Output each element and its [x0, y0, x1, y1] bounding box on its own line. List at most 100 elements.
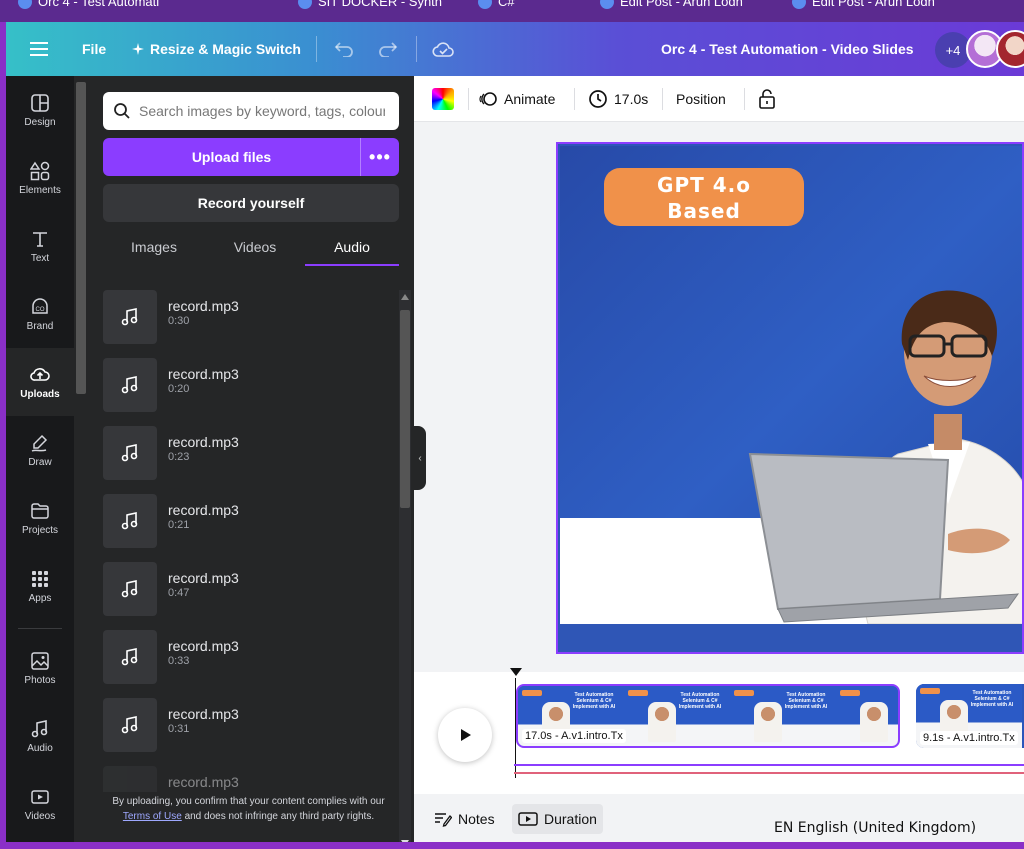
notes-icon: [435, 813, 452, 827]
timeline: Test Automation Selenium & C# Implement …: [414, 668, 1024, 794]
tab-audio[interactable]: Audio: [305, 228, 399, 266]
list-item[interactable]: record.mp3 0:47: [103, 562, 383, 616]
music-note-icon: [121, 512, 138, 530]
rail-label: Photos: [24, 674, 56, 686]
tab-videos[interactable]: Videos: [205, 228, 305, 266]
position-button[interactable]: Position: [676, 76, 726, 122]
browser-tab-strip: Orc 4 - Test Automati SIT DOCKER - Synth…: [0, 0, 1024, 22]
audio-thumbnail: [103, 290, 157, 344]
video-icon: [31, 789, 49, 804]
timeline-clip[interactable]: Test Automation Selenium & C# Implement …: [916, 684, 1024, 748]
list-item[interactable]: record.mp3 0:21: [103, 494, 383, 548]
rail-label: Text: [30, 252, 50, 264]
list-item[interactable]: record.mp3 0:30: [103, 290, 383, 344]
browser-tab[interactable]: SIT DOCKER - Synth: [298, 0, 442, 9]
audio-track-line[interactable]: [514, 772, 1024, 774]
notes-button[interactable]: Notes: [428, 804, 501, 834]
rail-item-apps[interactable]: Apps: [6, 552, 74, 620]
rail-label: Brand: [26, 320, 54, 332]
resize-magic-switch-button[interactable]: Resize & Magic Switch: [132, 22, 301, 76]
browser-tab[interactable]: C#: [478, 0, 515, 9]
timing-button[interactable]: 17.0s: [588, 76, 648, 122]
rail-item-elements[interactable]: Elements: [6, 144, 74, 212]
color-button[interactable]: [432, 76, 454, 122]
list-item[interactable]: record.mp3 0:20: [103, 358, 383, 412]
duration-label: 17.0s: [614, 91, 649, 107]
upload-files-button[interactable]: Upload files: [103, 138, 360, 176]
scroll-up-arrow-icon[interactable]: [401, 294, 409, 300]
audio-track-line[interactable]: [514, 764, 1024, 766]
list-item[interactable]: record.mp3 0:31: [103, 698, 383, 752]
rail-item-brand[interactable]: CO Brand: [6, 280, 74, 348]
audio-duration: 0:21: [168, 519, 190, 531]
list-item[interactable]: record.mp3 0:23: [103, 426, 383, 480]
chevron-left-icon: ‹: [418, 452, 422, 464]
document-title[interactable]: Orc 4 - Test Automation - Video Slides: [661, 22, 914, 76]
browser-tab[interactable]: Orc 4 - Test Automati: [18, 0, 159, 9]
gpt-badge[interactable]: GPT 4.o Based: [604, 168, 804, 226]
list-item[interactable]: record.mp3 0:33: [103, 630, 383, 684]
rail-label: Apps: [28, 592, 52, 604]
text-icon: [33, 231, 47, 247]
audio-name: record.mp3: [168, 298, 239, 314]
save-status-button[interactable]: [432, 22, 454, 76]
frame-text: Test Automation Selenium & C# Implement …: [678, 692, 722, 710]
context-toolbar: Animate 17.0s Position: [414, 76, 1024, 122]
rail-label: Projects: [21, 524, 59, 536]
menu-button[interactable]: [30, 22, 48, 76]
lock-button[interactable]: [758, 76, 776, 122]
video-icon: [518, 812, 538, 826]
language-indicator[interactable]: EN English (United Kingdom): [774, 820, 976, 836]
tab-favicon-icon: [298, 0, 312, 9]
slide-canvas[interactable]: GPT 4.o Based: [556, 142, 1024, 654]
scrollbar-thumb[interactable]: [400, 310, 410, 508]
rail-item-projects[interactable]: Projects: [6, 484, 74, 552]
panel-scrollbar[interactable]: [399, 290, 411, 842]
audio-duration: 0:33: [168, 655, 190, 667]
divider: [744, 88, 745, 110]
audio-thumbnail: [103, 494, 157, 548]
rail-item-draw[interactable]: Draw: [6, 416, 74, 484]
divider: [316, 36, 317, 62]
lock-icon: [759, 89, 775, 109]
scroll-down-arrow-icon[interactable]: [401, 840, 409, 842]
search-box[interactable]: [103, 92, 399, 130]
undo-icon: [334, 42, 353, 57]
terms-of-use-link[interactable]: Terms of Use: [123, 811, 182, 822]
music-note-icon: [121, 716, 138, 734]
animate-button[interactable]: Animate: [478, 76, 555, 122]
elements-icon: [30, 161, 50, 180]
rail-label: Elements: [19, 184, 61, 196]
duration-label: Duration: [544, 811, 597, 827]
uploads-panel: Upload files ••• Record yourself Images …: [74, 76, 414, 842]
rail-item-design[interactable]: Design: [6, 76, 74, 144]
rail-item-text[interactable]: Text: [6, 212, 74, 280]
browser-tab[interactable]: Edit Post - Arun Lodh: [792, 0, 935, 9]
rail-scrollbar[interactable]: [76, 82, 86, 394]
more-options-button[interactable]: •••: [361, 138, 399, 176]
rail-item-photos[interactable]: Photos: [6, 634, 74, 702]
playhead-icon[interactable]: [510, 668, 522, 676]
undo-button[interactable]: [334, 22, 354, 76]
duration-button[interactable]: Duration: [512, 804, 603, 834]
tab-images[interactable]: Images: [103, 228, 205, 266]
redo-button[interactable]: [378, 22, 398, 76]
search-icon: [114, 103, 130, 119]
record-yourself-button[interactable]: Record yourself: [103, 184, 399, 222]
file-menu[interactable]: File: [82, 22, 106, 76]
avatar[interactable]: [996, 30, 1024, 68]
timeline-clip-selected[interactable]: Test Automation Selenium & C# Implement …: [516, 684, 900, 748]
list-item[interactable]: record.mp3: [103, 766, 383, 792]
rail-item-videos[interactable]: Videos: [6, 770, 74, 838]
apps-grid-icon: [32, 570, 48, 587]
play-button[interactable]: [438, 708, 492, 762]
search-input[interactable]: [139, 103, 385, 119]
person-with-laptop-image[interactable]: [748, 264, 1024, 624]
rail-item-uploads[interactable]: Uploads: [6, 348, 74, 416]
collapse-panel-button[interactable]: ‹: [414, 426, 426, 490]
browser-tab[interactable]: Edit Post - Arun Lodh: [600, 0, 743, 9]
svg-text:CO: CO: [36, 307, 45, 313]
rail-item-audio[interactable]: Audio: [6, 702, 74, 770]
audio-name: record.mp3: [168, 570, 239, 586]
audio-thumbnail: [103, 358, 157, 412]
